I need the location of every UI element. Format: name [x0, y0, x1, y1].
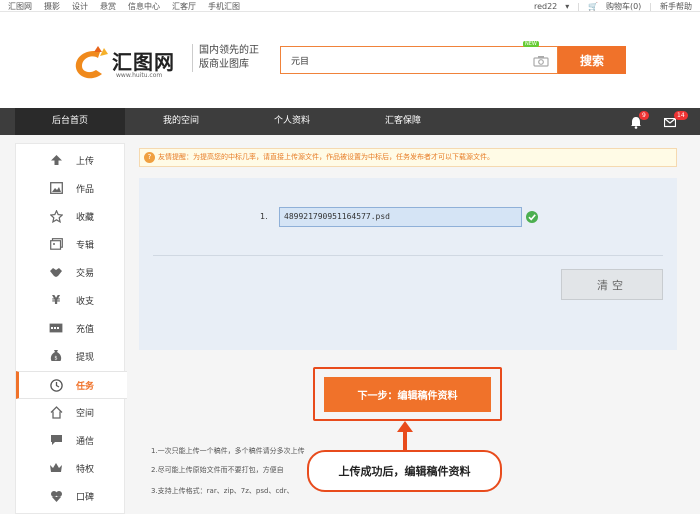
- sidebar-item-label: 上传: [76, 156, 95, 167]
- notifications[interactable]: 9: [630, 111, 649, 129]
- mail-badge: 14: [674, 111, 688, 120]
- top-link-huitu[interactable]: 汇图网: [8, 1, 32, 12]
- clock-icon: [48, 378, 64, 392]
- top-bar: 汇图网 摄影 设计 悬赏 信息中心 汇客厅 手机汇图 red22 ▾ | 🛒 购…: [0, 0, 700, 12]
- sidebar-item-messages[interactable]: 通信: [16, 426, 126, 454]
- sidebar-item-label: 任务: [76, 381, 95, 392]
- sidebar-item-label: 收支: [76, 296, 95, 307]
- handshake-icon: [48, 265, 64, 279]
- sidebar-item-label: 充值: [76, 324, 95, 335]
- image-icon: [48, 181, 64, 195]
- uploaded-file-field[interactable]: 489921790951164577.psd: [279, 207, 522, 227]
- clear-button[interactable]: 清空: [561, 269, 663, 300]
- top-link-lounge[interactable]: 汇客厅: [172, 1, 196, 12]
- sidebar-item-recharge[interactable]: 充值: [16, 314, 126, 342]
- chevron-down-icon[interactable]: ▾: [565, 2, 569, 11]
- nav-dashboard[interactable]: 后台首页: [15, 108, 125, 135]
- top-link-info[interactable]: 信息中心: [128, 1, 160, 12]
- help-link[interactable]: 新手帮助: [660, 1, 692, 12]
- info-icon: ?: [144, 152, 155, 163]
- sidebar-item-label: 收藏: [76, 212, 95, 223]
- username[interactable]: red22: [534, 2, 557, 11]
- yuan-icon: ¥: [51, 293, 61, 307]
- sidebar-item-upload[interactable]: 上传: [16, 146, 126, 174]
- logo-url: www.huitu.com: [116, 72, 163, 79]
- header: 汇图网 www.huitu.com 国内领先的正 版商业图库 NEW 搜索: [0, 12, 700, 108]
- top-link-reward[interactable]: 悬赏: [100, 1, 116, 12]
- logo-text: 汇图网: [112, 50, 175, 74]
- tip-line: 3.支持上传格式：rar、zip、7z、psd、cdr、: [151, 487, 294, 495]
- moneybag-icon: $: [48, 349, 64, 363]
- upload-panel: [139, 178, 677, 350]
- top-right: red22 ▾ | 🛒 购物车(0) | 新手帮助: [534, 1, 692, 12]
- sidebar-item-label: 专辑: [76, 240, 95, 251]
- sidebar-item-label: 交易: [76, 268, 95, 279]
- cart-icon[interactable]: 🛒: [588, 2, 598, 11]
- home-icon: [48, 405, 64, 419]
- slogan-line-1: 国内领先的正: [199, 45, 259, 56]
- tip-line: 2.尽可能上传原始文件而不要打包，方便自: [151, 466, 284, 474]
- sidebar-item-label: 特权: [76, 464, 95, 475]
- file-number: 1.: [260, 212, 268, 221]
- chat-icon: [48, 433, 64, 447]
- top-link-design[interactable]: 设计: [72, 1, 88, 12]
- divider: |: [649, 2, 652, 11]
- sidebar-item-label: 空间: [76, 408, 95, 419]
- top-link-photo[interactable]: 摄影: [44, 1, 60, 12]
- sidebar-item-label: 口碑: [76, 492, 95, 503]
- mail-icon: [664, 118, 676, 128]
- sidebar-item-privilege[interactable]: 特权: [16, 454, 126, 482]
- sidebar: 上传 作品 收藏 专辑 交易 ¥ 收支 充值 $ 提现 任务 空间 通信 特权 …: [15, 143, 127, 514]
- divider: |: [577, 2, 580, 11]
- sidebar-item-finance[interactable]: ¥ 收支: [16, 286, 126, 314]
- star-icon: [48, 209, 64, 223]
- annotation-callout: 上传成功后，编辑稿件资料: [307, 450, 502, 492]
- logo-mark-icon: [75, 46, 108, 79]
- arrow-shaft: [403, 430, 407, 452]
- sidebar-item-label: 作品: [76, 184, 95, 195]
- sidebar-item-albums[interactable]: 专辑: [16, 230, 126, 258]
- search-button[interactable]: 搜索: [558, 46, 626, 74]
- top-links: 汇图网 摄影 设计 悬赏 信息中心 汇客厅 手机汇图: [8, 1, 240, 12]
- new-badge: NEW: [523, 41, 539, 47]
- nav-my-space[interactable]: 我的空间: [126, 108, 236, 135]
- tip-line: 1.一次只能上传一个稿件，多个稿件请分多次上传: [151, 447, 305, 455]
- sidebar-item-works[interactable]: 作品: [16, 174, 126, 202]
- upload-icon: [48, 153, 64, 167]
- divider: [153, 255, 663, 256]
- svg-text:$: $: [54, 356, 57, 362]
- sidebar-item-reputation[interactable]: 口碑: [16, 482, 126, 510]
- sidebar-item-tasks[interactable]: 任务: [16, 371, 127, 399]
- reputation-icon: [48, 489, 64, 503]
- sidebar-item-withdraw[interactable]: $ 提现: [16, 342, 126, 370]
- top-link-mobile[interactable]: 手机汇图: [208, 1, 240, 12]
- nav-profile[interactable]: 个人资料: [237, 108, 347, 135]
- messages[interactable]: 14: [664, 111, 688, 128]
- sidebar-item-trade[interactable]: 交易: [16, 258, 126, 286]
- notice-bar: ? 友情提醒：为提高您的中标几率，请直接上传源文件，作品被设置为中标后，任务发布…: [139, 148, 677, 167]
- sidebar-item-favorites[interactable]: 收藏: [16, 202, 126, 230]
- album-icon: [48, 237, 64, 251]
- next-step-button[interactable]: 下一步：编辑稿件资料: [324, 377, 491, 412]
- sidebar-item-space[interactable]: 空间: [16, 398, 126, 426]
- check-icon: [526, 211, 538, 223]
- camera-icon[interactable]: [533, 55, 549, 67]
- crown-icon: [48, 461, 64, 475]
- card-icon: [48, 321, 64, 335]
- slogan-line-2: 版商业图库: [199, 59, 249, 70]
- bell-badge: 9: [639, 111, 649, 120]
- slogan: 国内领先的正 版商业图库: [192, 44, 272, 72]
- cart-link[interactable]: 购物车(0): [606, 1, 641, 12]
- main-nav: 后台首页 我的空间 个人资料 汇客保障 9 14: [0, 108, 700, 135]
- search-box: NEW: [280, 41, 558, 74]
- logo[interactable]: 汇图网 www.huitu.com: [70, 42, 185, 86]
- sidebar-item-label: 通信: [76, 436, 95, 447]
- notice-text: 友情提醒：为提高您的中标几率，请直接上传源文件，作品被设置为中标后，任务发布者才…: [158, 153, 494, 161]
- sidebar-item-label: 提现: [76, 352, 95, 363]
- search-input[interactable]: [281, 47, 521, 73]
- nav-guarantee[interactable]: 汇客保障: [348, 108, 458, 135]
